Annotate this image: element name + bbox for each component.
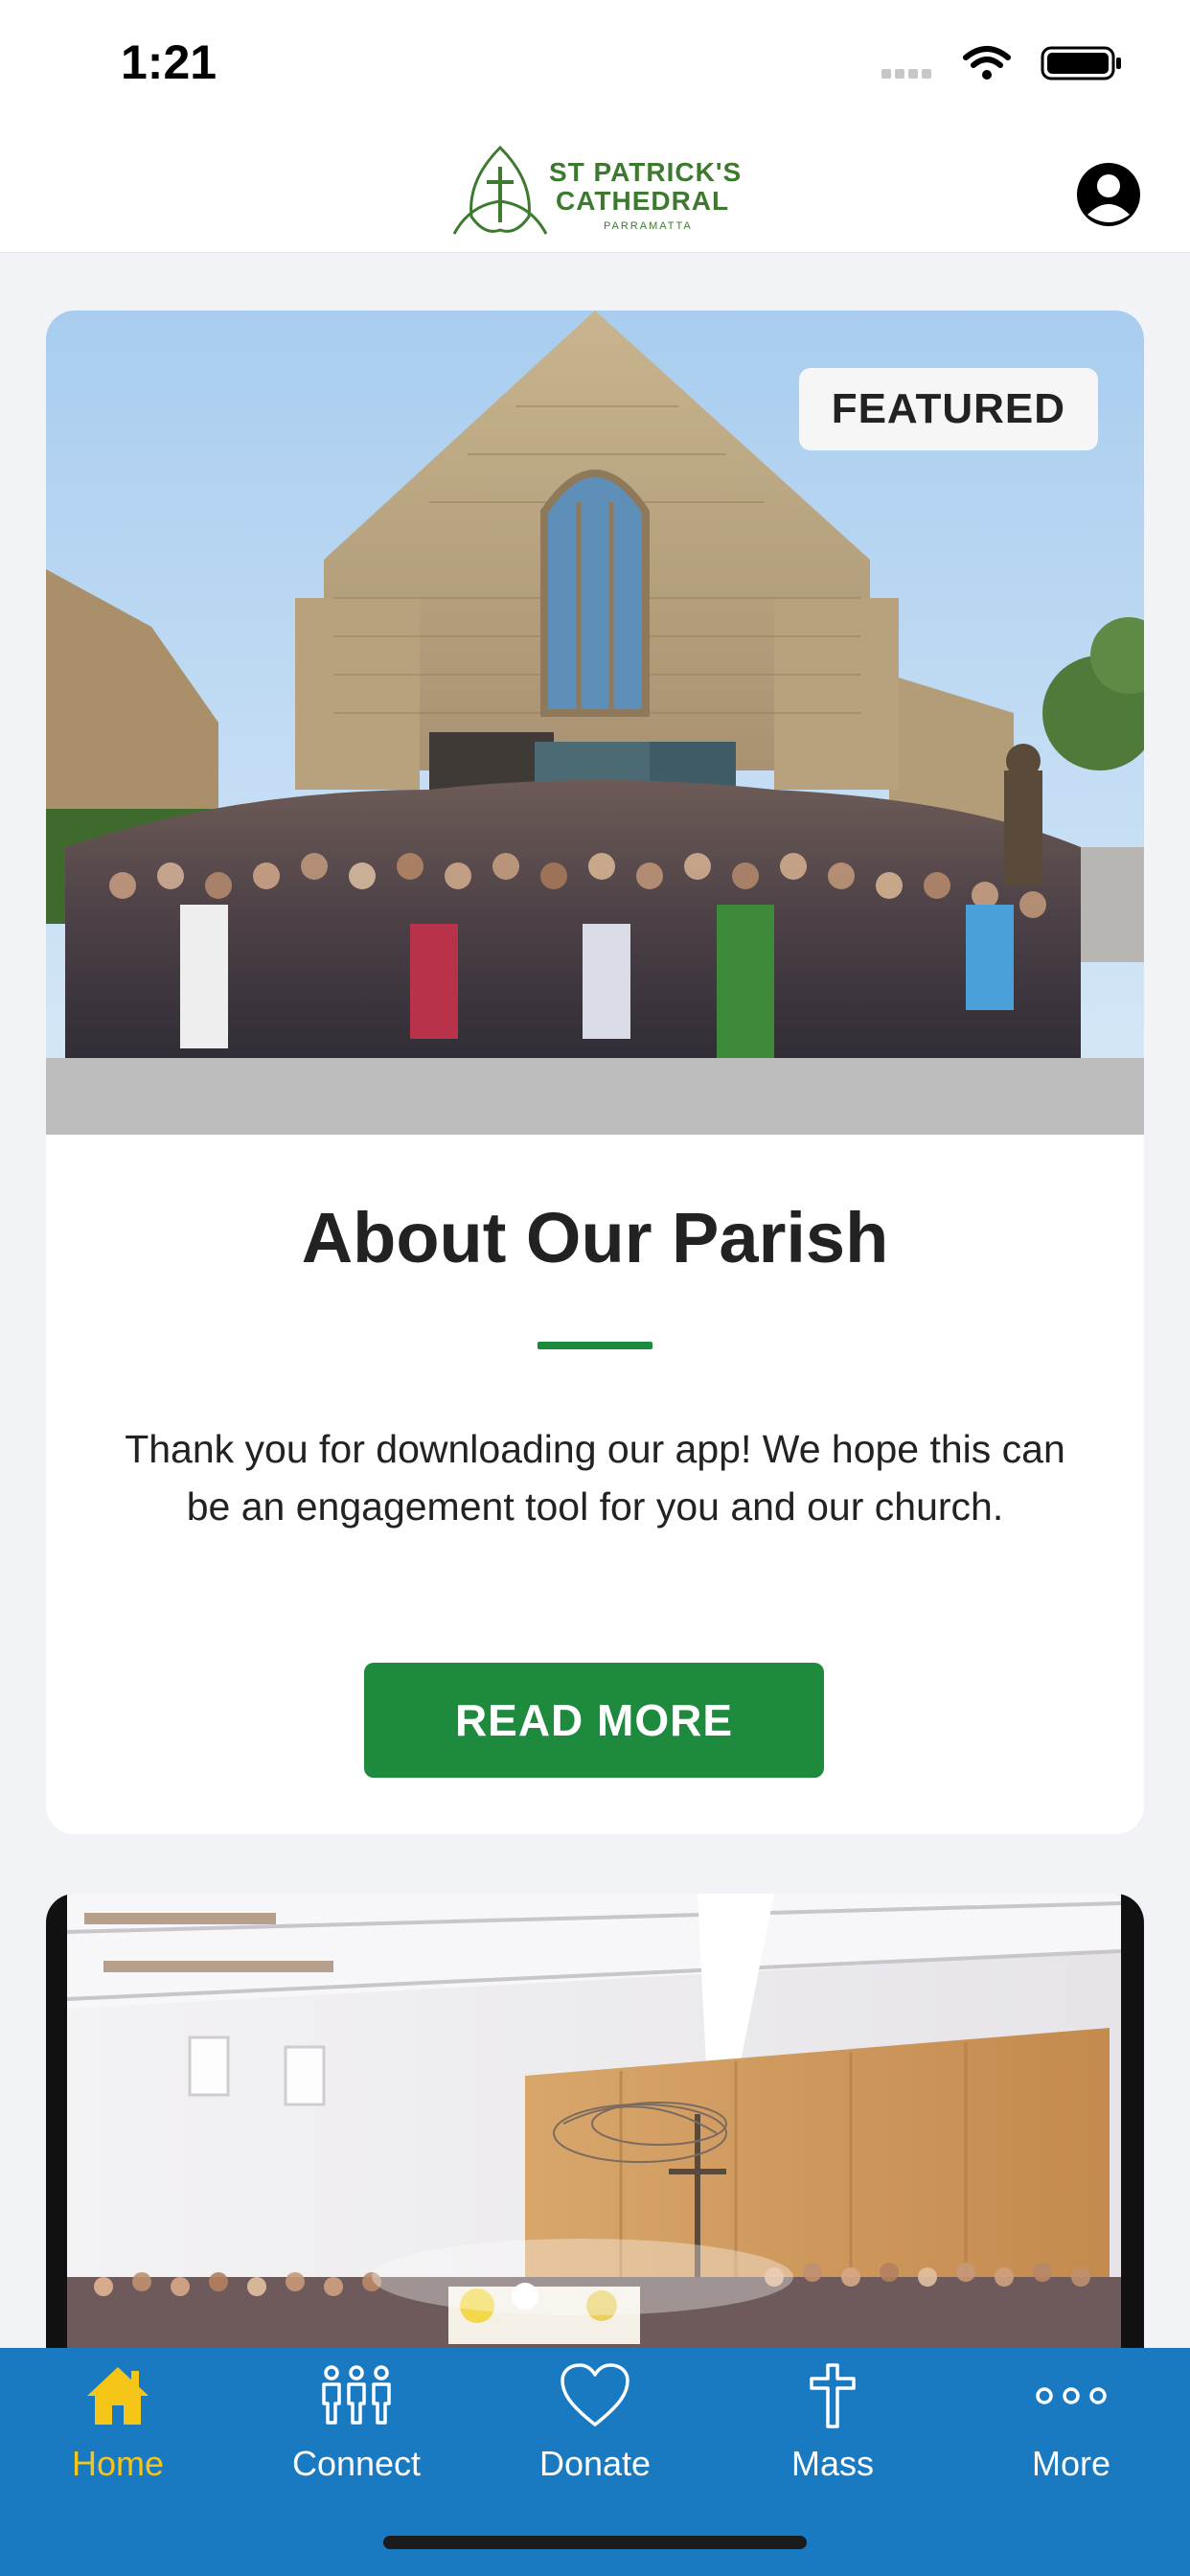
title-divider <box>538 1342 652 1349</box>
tab-more[interactable]: More <box>975 2361 1167 2515</box>
people-icon <box>322 2365 391 2425</box>
home-indicator <box>383 2536 807 2549</box>
card-title: About Our Parish <box>301 1198 889 1277</box>
more-dots-icon <box>1036 2387 1107 2404</box>
heart-icon <box>561 2363 629 2426</box>
tab-more-label: More <box>1031 2444 1111 2483</box>
battery-icon <box>1041 46 1121 80</box>
featured-badge: FEATURED <box>798 368 1098 450</box>
status-time: 1:21 <box>121 35 217 89</box>
status-bar: 1:21 <box>0 0 1190 126</box>
read-more-button[interactable]: READ MORE <box>364 1663 824 1778</box>
cathedral-interior-photo <box>46 1894 1144 2392</box>
profile-icon[interactable] <box>1075 161 1142 228</box>
logo-line-1: ST PATRICK'S <box>549 157 743 187</box>
logo-line-3: PARRAMATTA <box>604 220 693 232</box>
tab-connect-label: Connect <box>291 2444 422 2483</box>
cathedral-logo-icon <box>452 145 548 235</box>
tab-connect[interactable]: Connect <box>261 2361 452 2515</box>
tab-mass[interactable]: Mass <box>737 2361 928 2515</box>
cross-icon <box>810 2363 856 2428</box>
tab-mass-label: Mass <box>790 2444 874 2483</box>
home-icon <box>87 2367 149 2425</box>
app-header: ST PATRICK'S CATHEDRAL PARRAMATTA <box>0 126 1190 253</box>
card-description: Thank you for downloading our app! We ho… <box>125 1427 1065 1529</box>
tab-donate[interactable]: Donate <box>499 2361 691 2515</box>
tab-donate-label: Donate <box>538 2444 652 2483</box>
cathedral-logo[interactable]: ST PATRICK'S CATHEDRAL PARRAMATTA <box>450 142 747 242</box>
tab-home[interactable]: Home <box>22 2361 214 2515</box>
interior-card[interactable] <box>46 1894 1144 2392</box>
tab-home-label: Home <box>71 2444 165 2483</box>
signal-icon <box>881 69 931 79</box>
status-icons <box>881 46 1121 80</box>
logo-line-2: CATHEDRAL <box>556 186 730 216</box>
featured-card[interactable]: FEATURED About Our Parish Thank you for … <box>46 310 1144 1834</box>
wifi-icon <box>963 46 1011 80</box>
